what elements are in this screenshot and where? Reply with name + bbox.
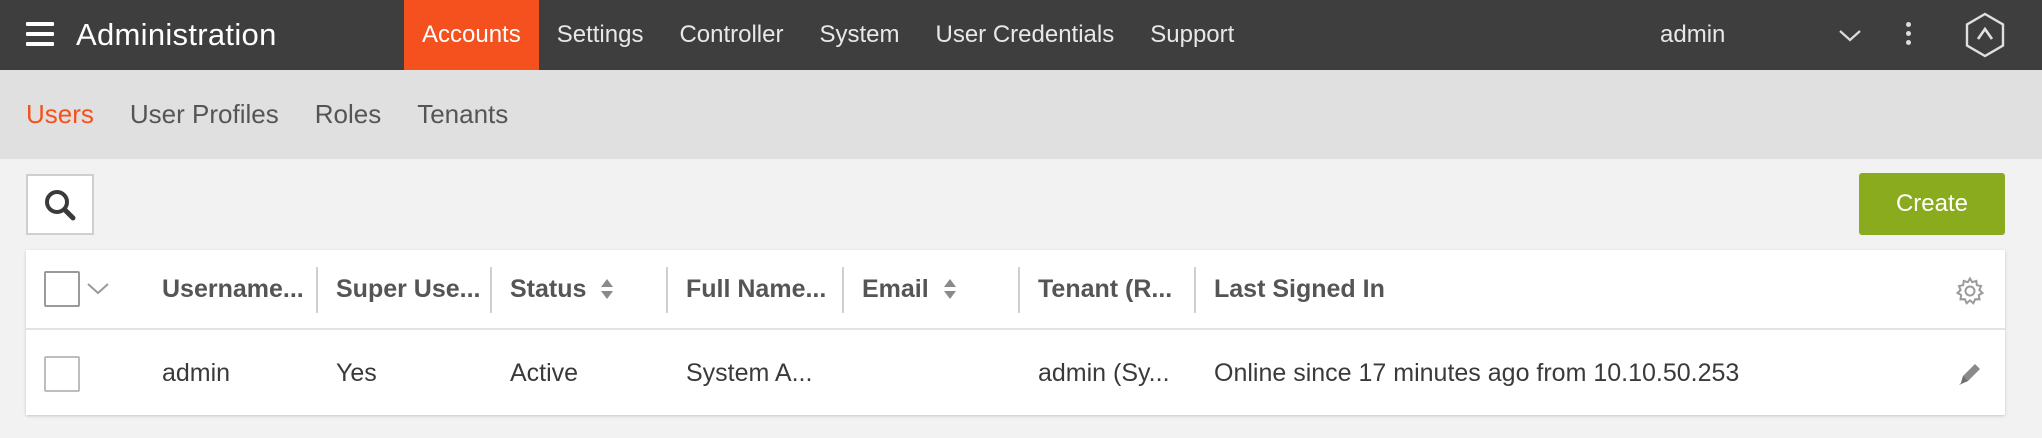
cell-status: Active [510,359,579,387]
row-checkbox[interactable] [44,355,80,392]
more-options-icon[interactable] [1901,22,1915,48]
column-header-super-user[interactable]: Super Use... [336,250,481,328]
column-divider[interactable] [842,267,844,313]
main-nav: Accounts Settings Controller System User… [404,0,1252,70]
gear-icon[interactable] [1955,276,1985,306]
nav-system[interactable]: System [801,0,917,70]
users-table: Username... Super Use... Status Full Nam… [26,250,2005,415]
table-row[interactable]: admin Yes Active System A... admin (Sy..… [26,332,2005,415]
column-header-tenant[interactable]: Tenant (R... [1038,250,1172,328]
app-title: Administration [76,17,277,52]
nav-accounts[interactable]: Accounts [404,0,539,70]
create-button[interactable]: Create [1859,173,2005,235]
chevron-down-icon[interactable] [86,281,110,297]
select-all-checkbox[interactable] [44,271,80,307]
sub-nav: Users User Profiles Roles Tenants [0,70,2042,159]
column-header-last-signed-in[interactable]: Last Signed In [1214,250,1385,328]
column-header-status[interactable]: Status [510,250,614,328]
nav-controller[interactable]: Controller [661,0,801,70]
cell-full-name: System A... [686,359,813,387]
column-divider[interactable] [1018,267,1020,313]
column-divider[interactable] [316,267,318,313]
column-header-email[interactable]: Email [862,250,957,328]
row-select [44,332,80,415]
sort-icon[interactable] [600,278,614,300]
column-header-username[interactable]: Username... [162,250,304,328]
brand-logo-icon[interactable] [1962,12,2008,58]
tab-user-profiles[interactable]: User Profiles [130,99,279,130]
nav-user-credentials[interactable]: User Credentials [918,0,1133,70]
cell-last-signed-in: Online since 17 minutes ago from 10.10.5… [1214,359,1740,387]
cell-super-user: Yes [336,359,377,387]
nav-settings[interactable]: Settings [539,0,662,70]
chevron-down-icon[interactable] [1838,24,1862,46]
search-button[interactable] [26,174,94,235]
search-icon [45,189,76,220]
column-header-status-label: Status [510,274,587,303]
column-divider[interactable] [1194,267,1196,313]
tab-roles[interactable]: Roles [315,99,381,130]
column-header-email-label: Email [862,274,929,303]
table-header: Username... Super Use... Status Full Nam… [26,250,2005,330]
tab-users[interactable]: Users [26,99,94,130]
edit-pencil-icon[interactable] [1955,359,1985,389]
column-divider[interactable] [666,267,668,313]
cell-username: admin [162,359,231,387]
column-header-full-name[interactable]: Full Name... [686,250,826,328]
tab-tenants[interactable]: Tenants [417,99,508,130]
select-all-control [44,250,110,328]
cell-tenant: admin (Sy... [1038,359,1170,387]
current-user[interactable]: admin [1660,0,1725,70]
hamburger-menu-icon[interactable] [26,22,54,46]
column-divider[interactable] [490,267,492,313]
nav-support[interactable]: Support [1132,0,1252,70]
sort-icon[interactable] [943,278,957,300]
top-bar: Administration Accounts Settings Control… [0,0,2042,70]
